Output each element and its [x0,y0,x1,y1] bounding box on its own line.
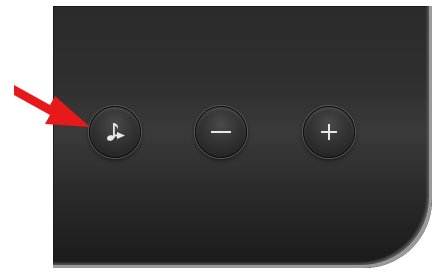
minus-icon [211,131,231,133]
playlist-button[interactable] [89,106,141,158]
red-arrow-annotation [14,85,90,127]
music-note-play-icon [106,123,125,141]
plus-icon [321,124,337,140]
volume-up-button[interactable] [303,106,355,158]
volume-down-button[interactable] [195,106,247,158]
screenshot-stage [0,0,437,272]
